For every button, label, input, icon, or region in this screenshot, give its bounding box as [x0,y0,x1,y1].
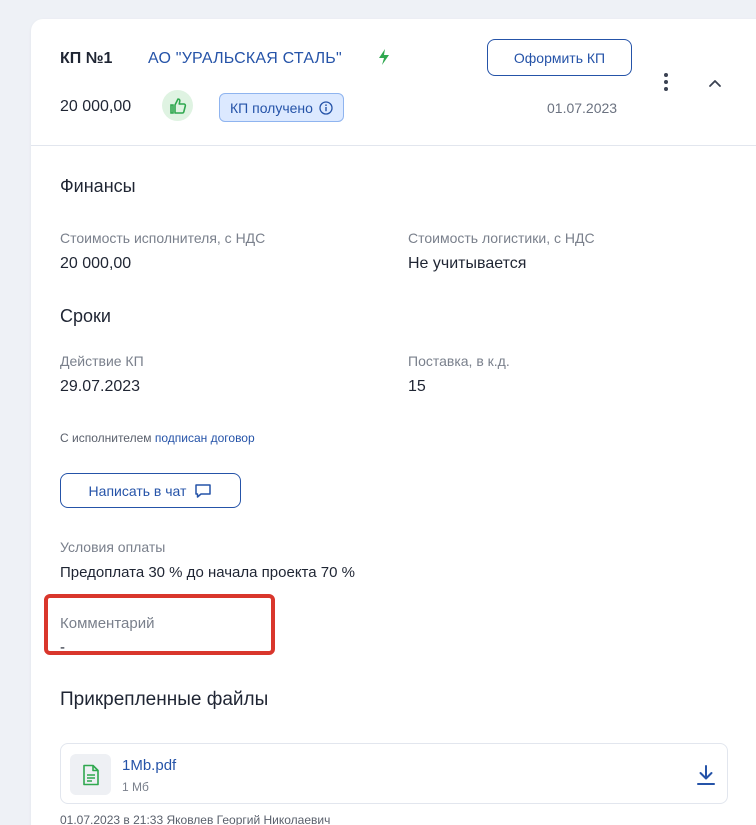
offer-header: КП №1 АО "УРАЛЬСКАЯ СТАЛЬ" Оформить КП 2… [31,19,756,146]
logistics-cost-value: Не учитывается [408,255,527,272]
file-item[interactable]: 1Mb.pdf 1 Мб [60,743,728,804]
chevron-up-icon[interactable] [704,72,726,94]
finances-title: Финансы [60,176,136,196]
thumbs-up-icon[interactable] [162,90,193,121]
offer-card: КП №1 АО "УРАЛЬСКАЯ СТАЛЬ" Оформить КП 2… [31,19,756,825]
delivery-value: 15 [408,378,426,395]
file-size: 1 Мб [122,780,149,794]
comment-highlight-box [44,594,275,655]
info-icon[interactable] [319,100,333,115]
payment-terms-label: Условия оплаты [60,539,166,555]
delivery-label: Поставка, в к.д. [408,353,510,369]
validity-label: Действие КП [60,353,144,369]
executor-cost-value: 20 000,00 [60,255,132,272]
file-meta: 01.07.2023 в 21:33 Яковлев Георгий Никол… [60,813,331,825]
offer-price: 20 000,00 [60,98,132,115]
write-to-chat-button[interactable]: Написать в чат [60,473,241,508]
bolt-icon [379,49,389,65]
payment-terms-value: Предоплата 30 % до начала проекта 70 % [60,564,355,581]
validity-value: 29.07.2023 [60,378,141,395]
contract-note-text: С исполнителем [60,431,152,445]
offer-date: 01.07.2023 [547,100,618,116]
file-icon [70,754,111,795]
contract-link[interactable]: подписан договор [155,431,255,445]
more-vertical-icon[interactable] [661,73,671,95]
status-badge: КП получено [219,93,344,122]
download-icon[interactable] [695,763,717,787]
chat-icon [195,483,212,498]
terms-title: Сроки [60,306,111,326]
chat-button-label: Написать в чат [88,482,187,499]
contract-note: С исполнителем подписан договор [60,431,255,445]
file-name[interactable]: 1Mb.pdf [122,757,176,774]
executor-cost-label: Стоимость исполнителя, с НДС [60,230,266,246]
attached-files-title: Прикрепленные файлы [60,689,269,710]
status-badge-label: КП получено [230,99,313,116]
issue-offer-button[interactable]: Оформить КП [487,39,632,76]
company-link[interactable]: АО "УРАЛЬСКАЯ СТАЛЬ" [148,50,342,68]
logistics-cost-label: Стоимость логистики, с НДС [408,230,595,246]
offer-title: КП №1 [60,50,113,67]
